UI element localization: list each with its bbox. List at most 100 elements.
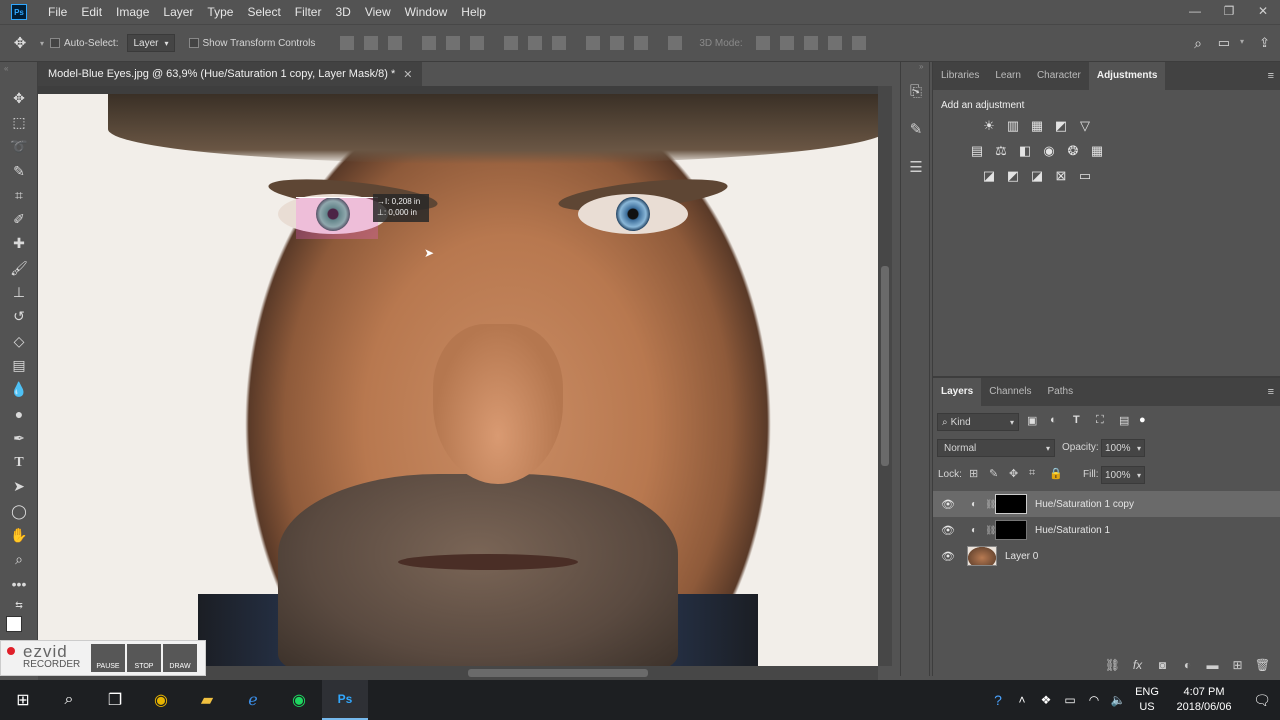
- levels-icon[interactable]: ▥: [1005, 117, 1022, 134]
- properties-panel-icon[interactable]: ☰: [901, 148, 931, 186]
- task-view-icon[interactable]: ❐: [92, 680, 138, 720]
- black-white-icon[interactable]: ◧: [1017, 142, 1034, 159]
- channel-mixer-icon[interactable]: ❂: [1065, 142, 1082, 159]
- marquee-tool-icon[interactable]: ⬚: [0, 110, 38, 134]
- vibrance-icon[interactable]: ▽: [1077, 117, 1094, 134]
- share-icon[interactable]: ⇪: [1259, 35, 1270, 51]
- delete-layer-icon[interactable]: 🗑: [1250, 658, 1275, 672]
- expand-icon[interactable]: »: [901, 62, 929, 72]
- filter-pixel-icon[interactable]: ▣: [1027, 414, 1050, 427]
- visibility-eye-icon[interactable]: 👁: [933, 498, 963, 511]
- posterize-icon[interactable]: ◩: [1005, 167, 1022, 184]
- wifi-icon[interactable]: ◠: [1082, 693, 1106, 707]
- layer-thumbnail[interactable]: [967, 546, 997, 566]
- notifications-icon[interactable]: 🗨: [1244, 692, 1280, 709]
- canvas-area[interactable]: →I: 0,208 in ⊥: 0,000 in ➤: [38, 86, 878, 666]
- pen-tool-icon[interactable]: ✒: [0, 426, 38, 450]
- 3d-rotate-icon[interactable]: [755, 36, 770, 50]
- lock-position-icon[interactable]: ✥: [1009, 467, 1029, 480]
- tab-adjustments[interactable]: Adjustments: [1088, 62, 1166, 90]
- distribute-vcenter-icon[interactable]: [528, 36, 543, 50]
- tab-layers[interactable]: Layers: [933, 378, 982, 406]
- fill-field[interactable]: 100% ▾: [1101, 466, 1145, 484]
- opacity-field[interactable]: 100% ▾: [1101, 439, 1145, 457]
- menu-select[interactable]: Select: [240, 0, 287, 24]
- distribute-bottom-icon[interactable]: [552, 36, 567, 50]
- align-left-icon[interactable]: [422, 36, 437, 50]
- link-chain-icon[interactable]: ⛓: [985, 525, 996, 536]
- brush-tool-icon[interactable]: 🖌: [0, 256, 38, 280]
- tab-learn[interactable]: Learn: [987, 62, 1029, 90]
- more-tools-icon[interactable]: •••: [0, 572, 38, 596]
- file-explorer-icon[interactable]: ▰: [184, 680, 230, 720]
- menu-type[interactable]: Type: [200, 0, 240, 24]
- auto-select-target-dropdown[interactable]: Layer ▾: [126, 34, 175, 52]
- new-layer-icon[interactable]: ⊞: [1225, 658, 1250, 672]
- chevron-down-icon[interactable]: ▾: [1137, 444, 1141, 453]
- volume-icon[interactable]: 🔈: [1106, 693, 1130, 707]
- battery-icon[interactable]: ▭: [1058, 693, 1082, 707]
- help-icon[interactable]: ?: [986, 692, 1010, 708]
- edge-icon[interactable]: ℯ: [230, 680, 276, 720]
- visibility-eye-icon[interactable]: 👁: [933, 524, 963, 537]
- auto-align-icon[interactable]: [668, 36, 683, 50]
- link-chain-icon[interactable]: ⛓: [985, 499, 996, 510]
- menu-image[interactable]: Image: [109, 0, 156, 24]
- menu-filter[interactable]: Filter: [288, 0, 329, 24]
- blur-tool-icon[interactable]: 💧: [0, 378, 38, 402]
- language-indicator[interactable]: ENG US: [1130, 685, 1164, 715]
- document-tab[interactable]: Model-Blue Eyes.jpg @ 63,9% (Hue/Saturat…: [38, 62, 423, 86]
- 3d-scale-icon[interactable]: [851, 36, 866, 50]
- 3d-drag-icon[interactable]: [803, 36, 818, 50]
- invert-icon[interactable]: ◪: [981, 167, 998, 184]
- menu-window[interactable]: Window: [398, 0, 455, 24]
- photoshop-taskbar-icon[interactable]: Ps: [322, 680, 368, 720]
- menu-edit[interactable]: Edit: [74, 0, 109, 24]
- distribute-right-icon[interactable]: [634, 36, 649, 50]
- dodge-tool-icon[interactable]: ●: [0, 402, 38, 426]
- distribute-left-icon[interactable]: [586, 36, 601, 50]
- menu-file[interactable]: File: [41, 0, 74, 24]
- search-icon[interactable]: ⌕: [46, 680, 92, 720]
- pause-button[interactable]: PAUSE: [91, 644, 125, 672]
- filter-smart-object-icon[interactable]: ▤: [1119, 414, 1139, 427]
- filter-shape-icon[interactable]: ⛶: [1096, 414, 1119, 427]
- align-right-icon[interactable]: [470, 36, 485, 50]
- menu-layer[interactable]: Layer: [156, 0, 200, 24]
- eyedropper-tool-icon[interactable]: ✐: [0, 207, 38, 231]
- visibility-eye-icon[interactable]: 👁: [933, 550, 963, 563]
- collapse-icon[interactable]: «: [0, 62, 37, 86]
- draw-button[interactable]: DRAW: [163, 644, 197, 672]
- workspace-icon[interactable]: ▭: [1218, 35, 1230, 51]
- add-mask-icon[interactable]: ◙: [1150, 658, 1175, 672]
- distribute-top-icon[interactable]: [504, 36, 519, 50]
- blend-mode-dropdown[interactable]: Normal ▾: [937, 439, 1055, 457]
- link-layers-icon[interactable]: ⛓: [1100, 658, 1125, 672]
- align-vertical-center-icon[interactable]: [364, 36, 379, 50]
- menu-view[interactable]: View: [358, 0, 398, 24]
- selective-color-icon[interactable]: ⊠: [1053, 167, 1070, 184]
- brush-settings-icon[interactable]: ✎: [901, 110, 931, 148]
- restore-icon[interactable]: ❐: [1212, 0, 1246, 22]
- dropbox-icon[interactable]: ❖: [1034, 693, 1058, 707]
- layer-mask-thumbnail[interactable]: [995, 494, 1027, 514]
- vertical-scroll-thumb[interactable]: [881, 266, 889, 466]
- history-panel-icon[interactable]: ⎘: [901, 72, 931, 110]
- photo-filter-icon[interactable]: ◉: [1041, 142, 1058, 159]
- new-group-icon[interactable]: ▬: [1200, 658, 1225, 672]
- brightness-contrast-icon[interactable]: ☀: [981, 117, 998, 134]
- show-transform-checkbox[interactable]: [188, 38, 199, 48]
- 3d-slide-icon[interactable]: [827, 36, 842, 50]
- stop-button[interactable]: STOP: [127, 644, 161, 672]
- minimize-icon[interactable]: —: [1178, 0, 1212, 22]
- foreground-color-swatch[interactable]: [6, 616, 22, 633]
- filter-toggle-icon[interactable]: ●: [1139, 414, 1149, 427]
- menu-help[interactable]: Help: [454, 0, 493, 24]
- auto-select-checkbox[interactable]: [50, 38, 61, 48]
- layer-row-hue-sat-copy[interactable]: 👁 ◐ ⛓ Hue/Saturation 1 copy: [933, 491, 1280, 517]
- chevron-down-icon[interactable]: ▾: [1240, 37, 1244, 46]
- search-icon[interactable]: ⌕: [1194, 35, 1202, 52]
- new-adjustment-icon[interactable]: ◐: [1175, 658, 1200, 672]
- healing-brush-tool-icon[interactable]: ✚: [0, 232, 38, 256]
- panel-menu-icon[interactable]: ≡: [1268, 386, 1274, 398]
